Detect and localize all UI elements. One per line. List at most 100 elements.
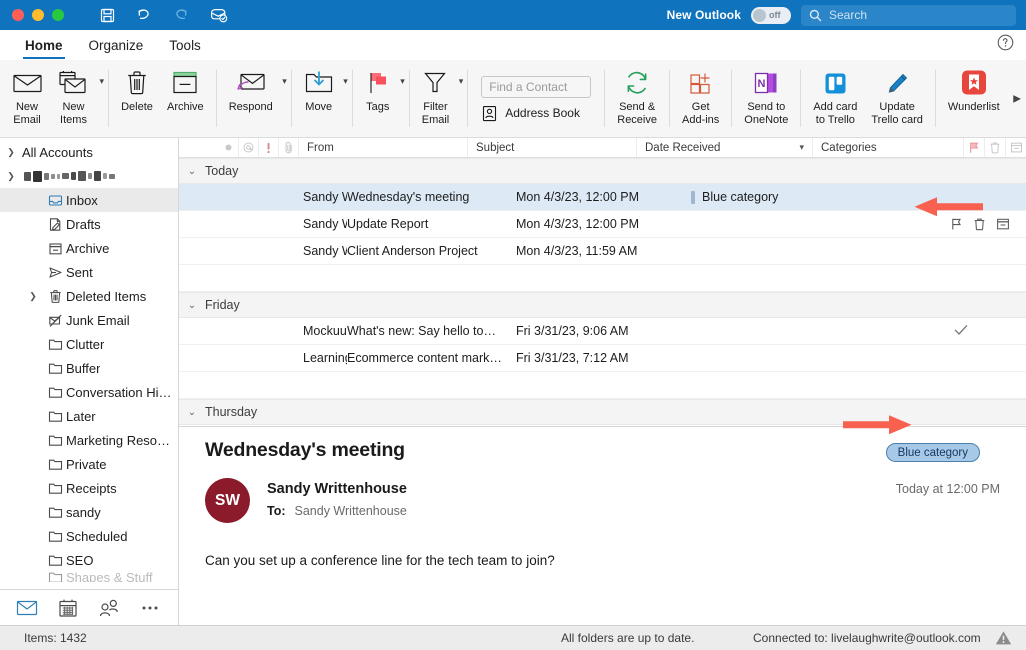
delete-button[interactable]: Delete <box>114 60 160 137</box>
filter-email-button[interactable]: Filter Email ▾ <box>415 60 463 137</box>
mail-nav-icon[interactable] <box>16 599 38 617</box>
tab-home[interactable]: Home <box>14 38 74 59</box>
sidebar-item-deleted-items[interactable]: ❯ Deleted Items <box>0 284 178 308</box>
archive-label: Archive <box>167 101 204 114</box>
new-outlook-toggle[interactable]: off <box>751 7 791 24</box>
send-receive-all-icon[interactable] <box>208 5 228 25</box>
undo-icon[interactable] <box>134 5 154 25</box>
chevron-right-icon[interactable]: ❯ <box>22 291 44 302</box>
chevron-down-icon[interactable]: ▾ <box>400 76 405 87</box>
sidebar-item-inbox[interactable]: Inbox <box>0 188 178 212</box>
chevron-right-icon[interactable]: ❯ <box>0 147 22 158</box>
table-row[interactable]: Mockuuups Studio What's new: Say hello t… <box>179 318 1026 345</box>
attachment-icon[interactable] <box>279 138 299 157</box>
tab-organize[interactable]: Organize <box>78 38 155 59</box>
new-items-button[interactable]: New Items ▾ <box>50 60 103 137</box>
flag-icon[interactable] <box>963 138 984 157</box>
header-from[interactable]: From <box>299 138 468 157</box>
header-subject[interactable]: Subject <box>468 138 637 157</box>
chevron-down-icon[interactable]: ▾ <box>459 76 464 87</box>
close-window-button[interactable] <box>12 9 24 21</box>
respond-button[interactable]: Respond ▾ <box>222 60 286 137</box>
group-header-today[interactable]: ⌄ Today <box>179 158 1026 184</box>
send-receive-button[interactable]: Send & Receive <box>610 60 664 137</box>
add-card-to-trello-button[interactable]: Add card to Trello <box>806 60 864 137</box>
new-email-button[interactable]: New Email <box>4 60 50 137</box>
sidebar-item-scheduled[interactable]: Scheduled <box>0 524 178 548</box>
group-header-friday[interactable]: ⌄ Friday <box>179 292 1026 318</box>
chevron-down-icon[interactable]: ❯ <box>0 171 22 182</box>
delete-icon[interactable] <box>984 138 1005 157</box>
address-book-button[interactable]: Address Book <box>481 105 591 122</box>
sidebar-item-all-accounts[interactable]: ❯ All Accounts <box>0 140 178 164</box>
sidebar-item-later[interactable]: Later <box>0 404 178 428</box>
chevron-down-icon[interactable]: ⌄ <box>179 166 205 177</box>
find-contact-input[interactable]: Find a Contact <box>481 76 591 98</box>
folder-icon <box>44 529 66 544</box>
table-row[interactable]: Sandy Writtenhouse Client Anderson Proje… <box>179 238 1026 265</box>
chevron-down-icon[interactable]: ▾ <box>343 76 348 87</box>
search-input[interactable]: Search <box>801 5 1016 26</box>
sidebar-item-seo[interactable]: SEO <box>0 548 178 572</box>
save-icon[interactable] <box>97 5 117 25</box>
sidebar-item-sent[interactable]: Sent <box>0 260 178 284</box>
sidebar-item-partial[interactable]: Shapes & Stuff <box>0 572 178 582</box>
sidebar-item-archive[interactable]: Archive <box>0 236 178 260</box>
chevron-down-icon[interactable]: ▾ <box>282 76 287 87</box>
priority-icon[interactable] <box>259 138 279 157</box>
group-label: Friday <box>205 298 240 312</box>
sender-name[interactable]: Sandy Writtenhouse <box>267 481 407 497</box>
chevron-down-icon[interactable]: ⌄ <box>179 300 205 311</box>
table-row[interactable]: Sandy Writtenhouse Update Report Mon 4/3… <box>179 211 1026 238</box>
group-header-thursday[interactable]: ⌄ Thursday <box>179 399 1026 425</box>
calendar-nav-icon[interactable] <box>58 598 78 618</box>
to-value[interactable]: Sandy Writtenhouse <box>295 504 407 518</box>
warning-icon[interactable] <box>995 630 1012 646</box>
archive-icon[interactable] <box>1005 138 1026 157</box>
mention-icon[interactable] <box>239 138 259 157</box>
send-to-onenote-button[interactable]: N Send to OneNote <box>737 60 795 137</box>
add-card-to-trello-label: Add card to Trello <box>813 101 857 126</box>
table-row[interactable]: Learning with Semrush Ecommerce content … <box>179 345 1026 372</box>
table-row[interactable]: Sandy Writtenhouse Wednesday's meeting M… <box>179 184 1026 211</box>
search-placeholder: Search <box>829 8 867 22</box>
chevron-down-icon[interactable]: ▾ <box>99 76 104 87</box>
archive-icon <box>171 67 199 99</box>
people-nav-icon[interactable] <box>98 598 120 618</box>
sidebar-item-conversation-history[interactable]: Conversation Hi… <box>0 380 178 404</box>
header-date-received[interactable]: Date Received ▾ <box>637 138 813 157</box>
sidebar-item-receipts[interactable]: Receipts <box>0 476 178 500</box>
help-icon[interactable] <box>997 34 1014 56</box>
get-addins-button[interactable]: Get Add-ins <box>675 60 726 137</box>
wunderlist-button[interactable]: Wunderlist <box>941 60 1007 137</box>
chevron-down-icon[interactable]: ▾ <box>799 142 804 153</box>
sidebar-item-marketing-resources[interactable]: Marketing Reso… <box>0 428 178 452</box>
move-button[interactable]: Move ▾ <box>297 60 347 137</box>
more-nav-icon[interactable] <box>140 604 160 612</box>
tags-button[interactable]: Tags ▾ <box>358 60 404 137</box>
archive-button[interactable]: Archive <box>160 60 211 137</box>
update-trello-card-button[interactable]: Update Trello card <box>864 60 930 137</box>
maximize-window-button[interactable] <box>52 9 64 21</box>
row-read-check-icon[interactable] <box>954 324 1026 339</box>
unread-dot-icon[interactable] <box>219 138 239 157</box>
sidebar-item-sandy[interactable]: sandy <box>0 500 178 524</box>
row-archive-icon[interactable] <box>996 217 1010 231</box>
chevron-down-icon[interactable]: ⌄ <box>179 407 205 418</box>
tab-tools[interactable]: Tools <box>158 38 212 59</box>
sidebar-item-account[interactable]: ❯ <box>0 164 178 188</box>
header-categories[interactable]: Categories <box>813 138 963 157</box>
sidebar-item-clutter[interactable]: Clutter <box>0 332 178 356</box>
contact-card-icon <box>481 105 498 122</box>
sidebar-item-private[interactable]: Private <box>0 452 178 476</box>
minimize-window-button[interactable] <box>32 9 44 21</box>
sidebar-item-buffer[interactable]: Buffer <box>0 356 178 380</box>
ribbon-overflow-icon[interactable]: ▶ <box>1013 93 1021 104</box>
sidebar-item-junk-email[interactable]: Junk Email <box>0 308 178 332</box>
sidebar-item-drafts[interactable]: Drafts <box>0 212 178 236</box>
redo-icon[interactable] <box>171 5 191 25</box>
row-delete-icon[interactable] <box>973 217 986 231</box>
ribbon-group-respond: Respond ▾ <box>222 60 286 137</box>
row-flag-icon[interactable] <box>950 217 963 231</box>
status-badge[interactable]: Blue category <box>886 443 980 462</box>
